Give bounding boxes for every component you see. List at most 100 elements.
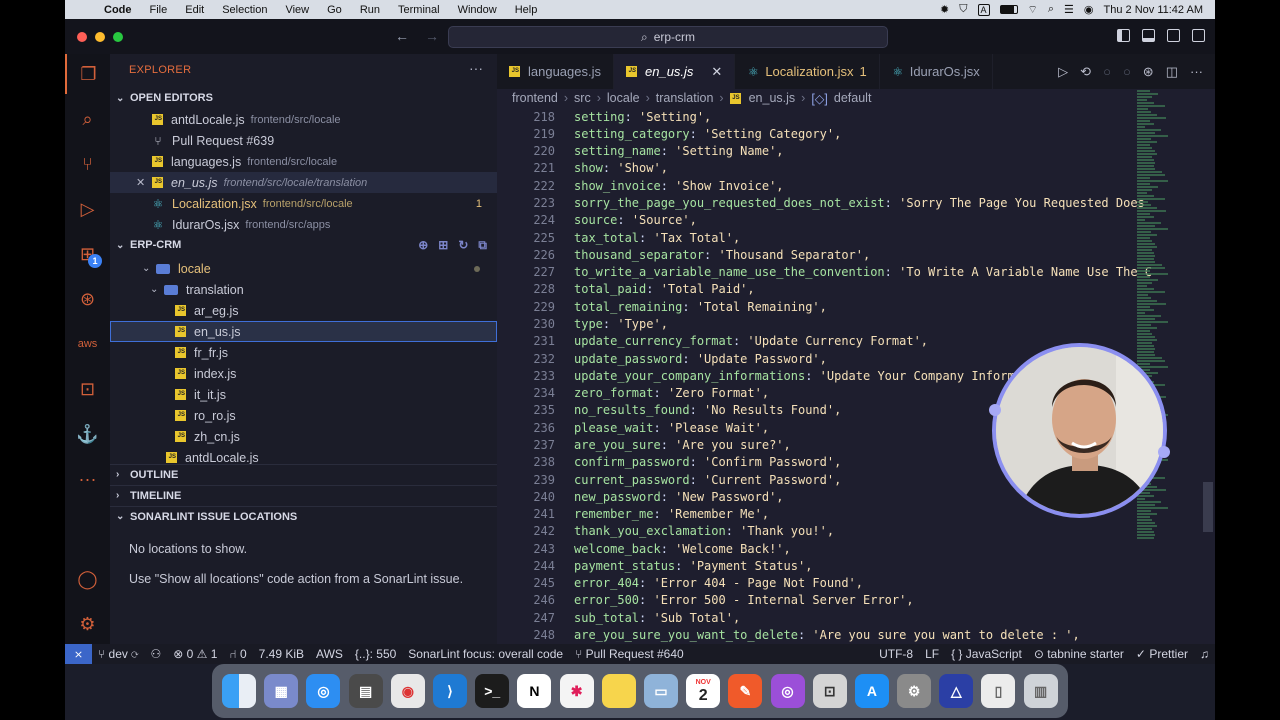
code-line[interactable]: 224 source: 'Source', xyxy=(497,212,1137,229)
open-changes-icon[interactable]: ⊛ xyxy=(1143,64,1154,80)
app-store-icon[interactable]: A xyxy=(854,674,889,708)
code-line[interactable]: 223 sorry_the_page_you_requested_does_not… xyxy=(497,194,1144,211)
code-line[interactable]: 228 total_paid: 'Total Paid', xyxy=(497,281,1137,298)
open-editors-header[interactable]: ⌄ OPEN EDITORS xyxy=(110,88,497,108)
notes-icon[interactable] xyxy=(601,674,636,708)
open-editor-item-active[interactable]: ✕ JS en_us.js frontend/src/locale/transl… xyxy=(110,172,497,193)
control-center-icon[interactable]: ☰ xyxy=(1064,3,1074,16)
go-back-icon[interactable]: ⟲ xyxy=(1080,64,1091,80)
minimize-window-button[interactable] xyxy=(95,31,105,42)
breadcrumb-item[interactable]: frontend xyxy=(512,91,558,105)
tab-languages[interactable]: JS languages.js xyxy=(497,54,614,89)
breadcrumb-item[interactable]: locale xyxy=(607,91,640,105)
vscode-dock-icon[interactable]: ⟩ xyxy=(433,674,468,708)
tree-file[interactable]: JS ar_eg.js xyxy=(110,300,497,321)
run-debug-icon[interactable]: ▷ xyxy=(65,189,110,229)
input-source-icon[interactable]: A xyxy=(977,3,990,16)
sonarlint-header[interactable]: ⌄ SONARLINT ISSUE LOCATIONS xyxy=(110,506,497,526)
more-activities-icon[interactable]: ··· xyxy=(65,459,110,499)
accounts-icon[interactable]: ◯ xyxy=(65,559,110,599)
open-editor-item[interactable]: ⚛ IdurarOs.jsx frontend/src/apps xyxy=(110,214,497,235)
search-activity-icon[interactable]: ⌕ xyxy=(65,99,110,139)
calendar-icon[interactable]: NOV 2 xyxy=(686,674,721,708)
selection-status[interactable]: {..}: 550 xyxy=(349,647,402,661)
ports-status[interactable]: ⑁ 0 xyxy=(223,647,252,661)
refresh-icon[interactable]: ↻ xyxy=(458,238,468,253)
language-mode[interactable]: { } JavaScript xyxy=(945,647,1028,661)
tab-iduraros[interactable]: ⚛ IdurarOs.jsx xyxy=(880,54,993,89)
affinity-icon[interactable]: △ xyxy=(939,674,974,708)
brightness-icon[interactable]: ✹ xyxy=(940,3,949,16)
tree-file[interactable]: JS ro_ro.js xyxy=(110,405,497,426)
editor-scrollbar[interactable] xyxy=(1203,482,1213,532)
more-editor-actions-icon[interactable]: ··· xyxy=(1190,64,1203,79)
toggle-secondary-sidebar-icon[interactable] xyxy=(1167,29,1180,42)
pull-request-status[interactable]: ⑂ Pull Request #640 xyxy=(569,647,690,661)
previous-change-icon[interactable]: ○ xyxy=(1103,64,1111,79)
more-actions-icon[interactable]: ··· xyxy=(469,60,483,76)
menubar-clock[interactable]: Thu 2 Nov 11:42 AM xyxy=(1104,4,1203,16)
menu-window[interactable]: Window xyxy=(449,4,506,16)
notion-icon[interactable]: N xyxy=(517,674,552,708)
remote-indicator-icon[interactable]: ⨯ xyxy=(65,644,92,664)
aws-icon[interactable]: aws xyxy=(65,324,110,364)
document-icon[interactable]: ▯ xyxy=(981,674,1016,708)
code-line[interactable]: 245 error_404: 'Error 404 - Page Not Foun… xyxy=(497,575,1137,592)
timeline-header[interactable]: › TIMELINE xyxy=(110,485,497,505)
battery-icon[interactable] xyxy=(999,5,1018,14)
customize-layout-icon[interactable] xyxy=(1192,29,1205,42)
code-line[interactable]: 243 welcome_back: 'Welcome Back!', xyxy=(497,540,1137,557)
breadcrumb-item[interactable]: en_us.js xyxy=(749,91,796,105)
wifi-icon[interactable]: ⌔ xyxy=(1028,3,1038,17)
problems-status[interactable]: ⊗ 0 ⚠ 1 xyxy=(167,647,223,661)
toggle-panel-icon[interactable] xyxy=(1142,29,1155,42)
slack-icon[interactable]: ✱ xyxy=(559,674,594,708)
notifications-bell-icon[interactable]: ♫ xyxy=(1194,647,1215,661)
calculator-icon[interactable]: ▤ xyxy=(348,674,383,708)
code-line[interactable]: 231 update_currency_format: 'Update Curre… xyxy=(497,333,1137,350)
command-center-search[interactable]: ⌕ erp-crm xyxy=(448,26,888,48)
close-tab-icon[interactable]: ✕ xyxy=(711,64,722,80)
tree-folder-locale[interactable]: ⌄ locale xyxy=(110,258,497,279)
extensions-icon[interactable]: ⊞ 1 xyxy=(65,234,110,274)
launchpad-icon[interactable]: ▦ xyxy=(264,674,299,708)
code-line[interactable]: 246 error_500: 'Error 500 - Internal Serv… xyxy=(497,592,1137,609)
code-line[interactable]: 226 thousand_separator: 'Thousand Separat… xyxy=(497,246,1137,263)
code-line[interactable]: 229 total_remaining: 'Total Remaining', xyxy=(497,298,1137,315)
spotlight-icon[interactable]: ⌕ xyxy=(1048,3,1054,16)
code-line[interactable]: 227 to_write_a_variable_name_use_the_conv… xyxy=(497,264,1152,281)
new-folder-icon[interactable]: ⊞ xyxy=(438,238,448,253)
code-line[interactable]: 242 thank_you_exclamation: 'Thank you!', xyxy=(497,523,1137,540)
toggle-primary-sidebar-icon[interactable] xyxy=(1117,29,1130,42)
menu-file[interactable]: File xyxy=(141,4,177,16)
terminal-icon[interactable]: >_ xyxy=(475,674,510,708)
zoom-window-button[interactable] xyxy=(113,31,123,42)
remote-explorer-icon[interactable]: ⊡ xyxy=(65,369,110,409)
screenshot-icon[interactable]: ⊡ xyxy=(812,674,847,708)
code-line[interactable]: 230 type: 'Type', xyxy=(497,315,1137,332)
breadcrumb-item[interactable]: translation xyxy=(656,91,714,105)
breadcrumb-item[interactable]: default xyxy=(834,91,872,105)
outline-header[interactable]: › OUTLINE xyxy=(110,464,497,484)
finder-icon[interactable] xyxy=(222,674,257,708)
project-header[interactable]: ⌄ ERP-CRM ⊕ ⊞ ↻ ⧉ xyxy=(110,235,497,255)
branch-status[interactable]: ⑂ dev ⟳ xyxy=(92,647,144,661)
settings-gear-icon[interactable]: ⚙ xyxy=(65,604,110,644)
code-line[interactable]: 218 setting: 'Setting', xyxy=(497,108,1137,125)
git-graph-icon[interactable]: ⚇ xyxy=(144,647,167,661)
docker-icon[interactable]: ⚓ xyxy=(65,414,110,454)
menu-go[interactable]: Go xyxy=(318,4,351,16)
code-line[interactable]: 248 are_you_sure_you_want_to_delete: 'Are… xyxy=(497,626,1137,643)
open-editor-item[interactable]: JS languages.js frontend/src/locale xyxy=(110,151,497,172)
next-change-icon[interactable]: ○ xyxy=(1123,64,1131,79)
menu-selection[interactable]: Selection xyxy=(213,4,276,16)
back-arrow-icon[interactable]: ← xyxy=(395,28,409,44)
tab-en-us[interactable]: JS en_us.js ✕ xyxy=(614,54,736,89)
menu-terminal[interactable]: Terminal xyxy=(389,4,449,16)
pencil-app-icon[interactable]: ✎ xyxy=(728,674,763,708)
tree-file[interactable]: JS fr_fr.js xyxy=(110,342,497,363)
close-editor-icon[interactable]: ✕ xyxy=(136,176,145,189)
tree-folder-translation[interactable]: ⌄ translation xyxy=(110,279,497,300)
tree-file-selected[interactable]: JS en_us.js xyxy=(110,321,497,342)
shield-icon[interactable]: ⛉ xyxy=(959,3,967,16)
